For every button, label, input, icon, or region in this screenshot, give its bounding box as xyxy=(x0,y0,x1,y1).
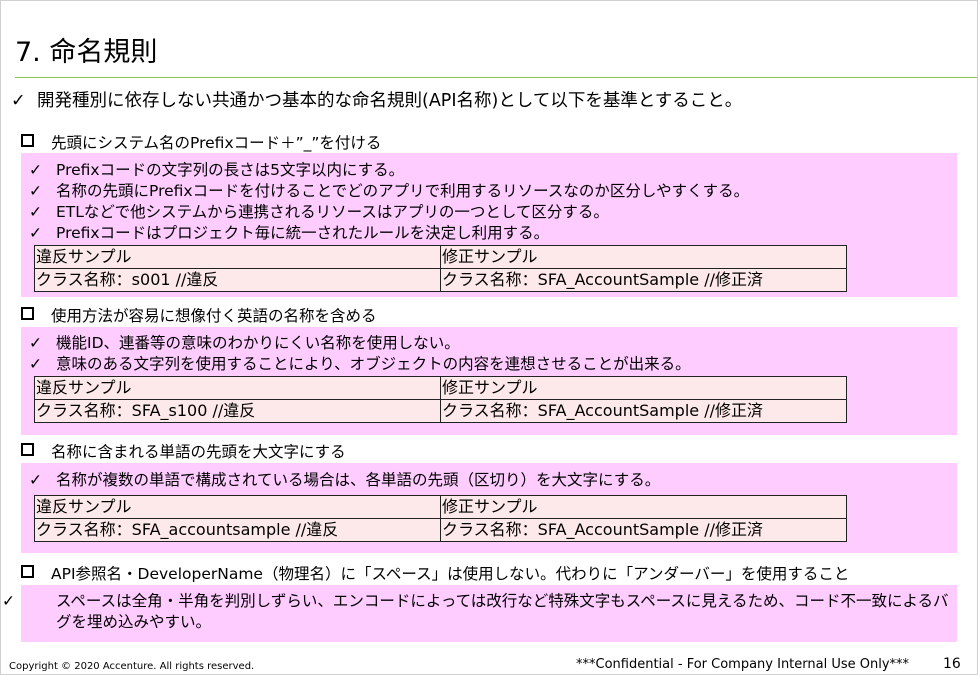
list-item-text: Prefixコードの文字列の長さは5文字以内にする。 xyxy=(56,161,405,179)
section-heading-prefix: 先頭にシステム名のPrefixコード＋”_”を付ける xyxy=(21,132,381,154)
table-row: 違反サンプル 修正サンプル xyxy=(34,376,847,400)
page-number: 16 xyxy=(943,656,961,672)
title-divider xyxy=(15,77,977,78)
page-title: 7. 命名規則 xyxy=(15,37,158,68)
sample-table: 違反サンプル 修正サンプル クラス名称：s001 //違反 クラス名称：SFA_… xyxy=(34,245,847,292)
table-row: クラス名称：SFA_accountsample //違反 クラス名称：SFA_A… xyxy=(34,518,847,542)
intro-text: 開発種別に依存しない共通かつ基本的な命名規則(API名称)として以下を基準とする… xyxy=(37,91,743,111)
good-sample-header: 修正サンプル xyxy=(440,376,847,400)
list-item: ✓ 意味のある文字列を使用することにより、オブジェクトの内容を連想させることが出来… xyxy=(29,354,691,374)
section-panel-english-name: ✓ 機能ID、連番等の意味のわかりにくい名称を使用しない。 ✓ 意味のある文字列を使… xyxy=(21,327,957,435)
square-bullet-icon xyxy=(21,134,34,147)
good-sample-value: クラス名称：SFA_AccountSample //修正済 xyxy=(440,518,847,542)
bad-sample-value: クラス名称：SFA_accountsample //違反 xyxy=(34,518,441,542)
section-heading-capitalize: 名称に含まれる単語の先頭を大文字にする xyxy=(21,441,346,463)
table-row: クラス名称：SFA_s100 //違反 クラス名称：SFA_AccountSam… xyxy=(34,399,847,423)
bad-sample-header: 違反サンプル xyxy=(34,245,441,269)
checkmark-icon: ✓ xyxy=(29,471,42,489)
bad-sample-header: 違反サンプル xyxy=(34,376,441,400)
slide: 7. 命名規則 ✓ 開発種別に依存しない共通かつ基本的な命名規則(API名称)とし… xyxy=(0,0,978,675)
checkmark-icon: ✓ xyxy=(11,91,26,111)
list-item: ✓ Prefixコードはプロジェクト毎に統一されたルールを決定し利用する。 xyxy=(29,223,549,243)
section-heading-text: 先頭にシステム名のPrefixコード＋”_”を付ける xyxy=(51,134,382,152)
bad-sample-value: クラス名称：s001 //違反 xyxy=(34,268,441,292)
section-panel-prefix: ✓ Prefixコードの文字列の長さは5文字以内にする。 ✓ 名称の先頭にPrefi… xyxy=(21,153,957,297)
list-item-text: ETLなどで他システムから連携されるリソースはアプリの一つとして区分する。 xyxy=(56,203,609,221)
square-bullet-icon xyxy=(21,565,34,578)
bad-sample-header: 違反サンプル xyxy=(34,495,441,519)
list-item: ✓ 機能ID、連番等の意味のわかりにくい名称を使用しない。 xyxy=(29,333,460,353)
list-item: ✓ 名称が複数の単語で構成されている場合は、各単語の先頭（区切り）を大文字にする。 xyxy=(29,470,660,490)
checkmark-icon: ✓ xyxy=(29,182,42,200)
checkmark-icon: ✓ xyxy=(29,203,42,221)
list-item: ✓ ETLなどで他システムから連携されるリソースはアプリの一つとして区分する。 xyxy=(29,202,609,222)
good-sample-value: クラス名称：SFA_AccountSample //修正済 xyxy=(440,268,847,292)
checkmark-icon: ✓ xyxy=(29,355,42,373)
square-bullet-icon xyxy=(21,443,34,456)
table-row: 違反サンプル 修正サンプル xyxy=(34,495,847,519)
section-heading-english-name: 使用方法が容易に想像付く英語の名称を含める xyxy=(21,305,377,327)
section-panel-no-space: ✓ スペースは全角・半角を判別しずらい、エンコードによっては改行など特殊文字もスペ… xyxy=(2,585,957,642)
section-heading-text: 使用方法が容易に想像付く英語の名称を含める xyxy=(51,307,377,325)
list-item: ✓ スペースは全角・半角を判別しずらい、エンコードによっては改行など特殊文字もスペ… xyxy=(2,591,949,633)
list-item-text: 機能ID、連番等の意味のわかりにくい名称を使用しない。 xyxy=(56,334,460,352)
good-sample-header: 修正サンプル xyxy=(440,495,847,519)
section-heading-text: API参照名・DeveloperName（物理名）に「スペース」は使用しない。代… xyxy=(51,565,850,583)
section-heading-no-space: API参照名・DeveloperName（物理名）に「スペース」は使用しない。代… xyxy=(21,563,849,585)
section-heading-text: 名称に含まれる単語の先頭を大文字にする xyxy=(51,443,346,461)
confidential-text: ***Confidential - For Company Internal U… xyxy=(576,657,910,672)
square-bullet-icon xyxy=(21,307,34,320)
list-item-text: 名称が複数の単語で構成されている場合は、各単語の先頭（区切り）を大文字にする。 xyxy=(56,471,661,489)
sample-table: 違反サンプル 修正サンプル クラス名称：SFA_accountsample //… xyxy=(34,495,847,542)
checkmark-icon: ✓ xyxy=(29,161,42,179)
sample-table: 違反サンプル 修正サンプル クラス名称：SFA_s100 //違反 クラス名称：… xyxy=(34,376,847,423)
good-sample-value: クラス名称：SFA_AccountSample //修正済 xyxy=(440,399,847,423)
copyright-text: Copyright © 2020 Accenture. All rights r… xyxy=(9,661,255,672)
table-row: クラス名称：s001 //違反 クラス名称：SFA_AccountSample … xyxy=(34,268,847,292)
checkmark-icon: ✓ xyxy=(2,592,15,610)
good-sample-header: 修正サンプル xyxy=(440,245,847,269)
list-item-text: 名称の先頭にPrefixコードを付けることでどのアプリで利用するリソースなのか区… xyxy=(56,182,750,200)
checkmark-icon: ✓ xyxy=(29,334,42,352)
list-item-text: Prefixコードはプロジェクト毎に統一されたルールを決定し利用する。 xyxy=(56,224,550,242)
list-item: ✓ 名称の先頭にPrefixコードを付けることでどのアプリで利用するリソースなのか… xyxy=(29,181,749,201)
list-item: ✓ Prefixコードの文字列の長さは5文字以内にする。 xyxy=(29,160,404,180)
section-panel-capitalize: ✓ 名称が複数の単語で構成されている場合は、各単語の先頭（区切り）を大文字にする。… xyxy=(21,463,957,553)
bad-sample-value: クラス名称：SFA_s100 //違反 xyxy=(34,399,441,423)
intro-line: ✓ 開発種別に依存しない共通かつ基本的な命名規則(API名称)として以下を基準とす… xyxy=(11,89,742,113)
table-row: 違反サンプル 修正サンプル xyxy=(34,245,847,269)
checkmark-icon: ✓ xyxy=(29,224,42,242)
list-item-text: 意味のある文字列を使用することにより、オブジェクトの内容を連想させることが出来る… xyxy=(56,355,691,373)
list-item-text: スペースは全角・半角を判別しずらい、エンコードによっては改行など特殊文字もスペー… xyxy=(56,592,949,631)
